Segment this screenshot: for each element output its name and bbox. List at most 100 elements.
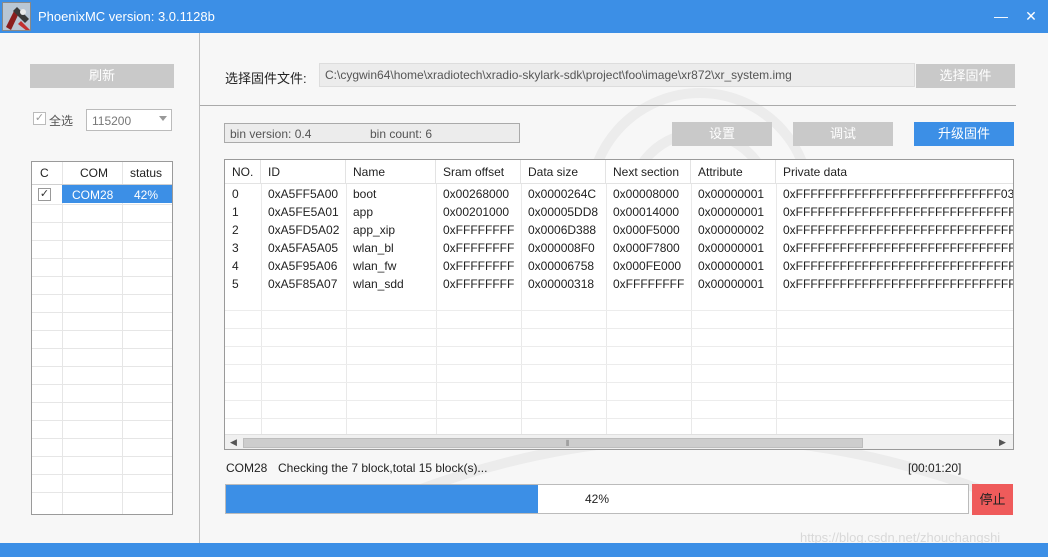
cell-sram-offset: 0xFFFFFFFF [443, 259, 515, 273]
progress-percent-text: 42% [584, 492, 610, 506]
cell-data-size: 0x00005DD8 [528, 205, 599, 219]
cell-no: 3 [232, 241, 239, 255]
col-header-private-data: Private data [776, 160, 1013, 184]
cell-next-section: 0x00014000 [613, 205, 680, 219]
com-row-checkbox[interactable]: ✓ [38, 188, 51, 201]
refresh-button[interactable]: 刷新 [30, 64, 174, 88]
section-divider [200, 105, 1016, 106]
col-header-name: Name [346, 160, 436, 184]
cell-attribute: 0x00000001 [698, 241, 765, 255]
cell-name: wlan_fw [353, 259, 397, 273]
col-header-no: NO. [225, 160, 261, 184]
stop-button[interactable]: 停止 [972, 484, 1013, 515]
cell-next-section: 0xFFFFFFFF [613, 277, 685, 291]
cell-next-section: 0x000FE000 [613, 259, 682, 273]
cell-id: 0xA5FE5A01 [268, 205, 339, 219]
cell-attribute: 0x00000001 [698, 259, 765, 273]
com-row-com28[interactable]: COM28 42% [62, 185, 172, 203]
cell-no: 0 [232, 187, 239, 201]
col-header-attribute: Attribute [691, 160, 776, 184]
cell-next-section: 0x000F7800 [613, 241, 680, 255]
com-port-list: C COM status ✓ COM28 42% [31, 161, 173, 515]
app-logo-icon [2, 2, 31, 31]
com-row-port: COM28 [72, 188, 114, 202]
firmware-path-field[interactable]: C:\cygwin64\home\xradiotech\xradio-skyla… [319, 63, 915, 87]
status-message: Checking the 7 block,total 15 block(s)..… [278, 461, 488, 475]
partition-table: NO. ID Name Sram offset Data size Next s… [224, 159, 1014, 450]
debug-button[interactable]: 调试 [793, 122, 893, 146]
cell-name: boot [353, 187, 377, 201]
firmware-file-label: 选择固件文件: [225, 71, 307, 86]
scrollbar-grip-icon: ⦀ [566, 439, 570, 448]
chevron-down-icon [159, 116, 167, 121]
cell-data-size: 0x00006758 [528, 259, 595, 273]
main-client-area: 刷新 ✓ 全选 115200 C COM status ✓ COM28 42% [0, 33, 1048, 543]
cell-next-section: 0x00008000 [613, 187, 680, 201]
cell-sram-offset: 0xFFFFFFFF [443, 223, 515, 237]
cell-no: 5 [232, 277, 239, 291]
cell-no: 4 [232, 259, 239, 273]
cell-next-section: 0x000F5000 [613, 223, 680, 237]
col-header-next-section: Next section [606, 160, 691, 184]
upgrade-firmware-button[interactable]: 升级固件 [914, 122, 1014, 146]
cell-id: 0xA5FA5A05 [268, 241, 339, 255]
scroll-right-arrow-icon[interactable]: ▶ [999, 437, 1006, 448]
cell-private-data: 0xFFFFFFFFFFFFFFFFFFFFFFFFFFFF03FC001 [783, 187, 1014, 201]
select-all-checkbox[interactable]: ✓ [33, 112, 46, 125]
cell-name: wlan_sdd [353, 277, 404, 291]
com-col-com-header: COM [80, 166, 108, 180]
cell-name: wlan_bl [353, 241, 394, 255]
cell-private-data: 0xFFFFFFFFFFFFFFFFFFFFFFFFFFFFFFFFFFFF [783, 205, 1013, 219]
title-bar: PhoenixMC version: 3.0.1128b — ✕ [0, 0, 1048, 33]
com-col-check-header: C [40, 166, 49, 180]
cell-data-size: 0x0006D388 [528, 223, 597, 237]
bin-info-box: bin version: 0.4 bin count: 6 [224, 123, 520, 143]
bin-count-text: bin count: 6 [370, 127, 433, 141]
cell-attribute: 0x00000001 [698, 187, 765, 201]
cell-no: 2 [232, 223, 239, 237]
upgrade-progress-bar: 42% [225, 484, 969, 514]
cell-sram-offset: 0x00201000 [443, 205, 510, 219]
cell-id: 0xA5F85A07 [268, 277, 338, 291]
cell-id: 0xA5FD5A02 [268, 223, 340, 237]
scroll-left-arrow-icon[interactable]: ◀ [230, 437, 237, 448]
window-bottom-border [0, 543, 1048, 557]
select-all-label: 全选 [49, 114, 74, 128]
col-header-sram-offset: Sram offset [436, 160, 521, 184]
minimize-button[interactable]: — [990, 6, 1012, 28]
baud-rate-value: 115200 [92, 114, 132, 128]
status-com-port: COM28 [226, 461, 268, 475]
cell-name: app_xip [353, 223, 396, 237]
elapsed-time: [00:01:20] [908, 461, 962, 475]
cell-data-size: 0x000008F0 [528, 241, 595, 255]
panel-divider [199, 33, 200, 543]
cell-data-size: 0x00000318 [528, 277, 595, 291]
cell-sram-offset: 0x00268000 [443, 187, 510, 201]
col-header-data-size: Data size [521, 160, 606, 184]
cell-name: app [353, 205, 374, 219]
watermark-url: https://blog.csdn.net/zhouchangshi [800, 530, 1001, 543]
window-title: PhoenixMC version: 3.0.1128b [38, 9, 215, 24]
cell-attribute: 0x00000002 [698, 223, 765, 237]
bin-version-text: bin version: 0.4 [230, 127, 312, 141]
cell-private-data: 0xFFFFFFFFFFFFFFFFFFFFFFFFFFFFFFFFFFFF [783, 277, 1013, 291]
baud-rate-select[interactable]: 115200 [86, 109, 172, 131]
cell-private-data: 0xFFFFFFFFFFFFFFFFFFFFFFFFFFFFFFFFFFFF [783, 241, 1013, 255]
cell-no: 1 [232, 205, 239, 219]
cell-id: 0xA5F95A06 [268, 259, 338, 273]
close-button[interactable]: ✕ [1020, 6, 1042, 28]
com-row-status: 42% [134, 188, 159, 202]
cell-sram-offset: 0xFFFFFFFF [443, 241, 515, 255]
cell-sram-offset: 0xFFFFFFFF [443, 277, 515, 291]
settings-button[interactable]: 设置 [672, 122, 772, 146]
cell-attribute: 0x00000001 [698, 205, 765, 219]
cell-private-data: 0xFFFFFFFFFFFFFFFFFFFFFFFFFFFFFFFFFFFF [783, 259, 1013, 273]
cell-id: 0xA5FF5A00 [268, 187, 339, 201]
scrollbar-thumb[interactable]: ⦀ [243, 438, 863, 448]
col-header-id: ID [261, 160, 346, 184]
select-firmware-button[interactable]: 选择固件 [916, 64, 1015, 88]
table-horizontal-scrollbar[interactable]: ◀ ⦀ ▶ [225, 434, 1013, 449]
cell-private-data: 0xFFFFFFFFFFFFFFFFFFFFFFFFFFFFFFFFFFFF [783, 223, 1013, 237]
cell-attribute: 0x00000001 [698, 277, 765, 291]
cell-data-size: 0x0000264C [528, 187, 597, 201]
